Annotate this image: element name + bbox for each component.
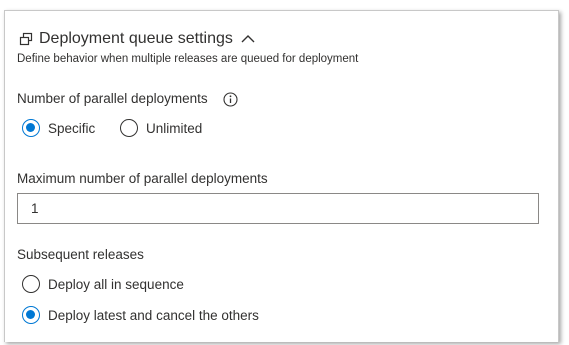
settings-panel: Deployment queue settings Define behavio…: [4, 10, 559, 342]
radio-deploy-all-sequence-button[interactable]: [22, 275, 40, 293]
max-parallel-label: Maximum number of parallel deployments: [17, 171, 268, 186]
subsequent-releases-label: Subsequent releases: [17, 247, 144, 262]
radio-specific-button[interactable]: [22, 119, 40, 137]
info-icon[interactable]: [223, 92, 238, 107]
parallel-deployments-label: Number of parallel deployments: [17, 91, 208, 106]
queue-icon: [19, 32, 33, 46]
radio-unlimited-label: Unlimited: [146, 120, 203, 136]
section-header[interactable]: Deployment queue settings: [19, 30, 255, 48]
section-title: Deployment queue settings: [39, 30, 233, 47]
radio-deploy-latest-label: Deploy latest and cancel the others: [48, 307, 259, 323]
max-parallel-input[interactable]: [17, 193, 539, 224]
radio-deploy-all-sequence[interactable]: Deploy all in sequence: [22, 275, 184, 293]
chevron-up-icon[interactable]: [241, 34, 255, 44]
radio-deploy-latest[interactable]: Deploy latest and cancel the others: [22, 306, 259, 324]
radio-specific[interactable]: Specific: [22, 119, 95, 137]
radio-deploy-all-sequence-label: Deploy all in sequence: [48, 276, 184, 292]
radio-unlimited-button[interactable]: [120, 119, 138, 137]
radio-deploy-latest-button[interactable]: [22, 306, 40, 324]
radio-unlimited[interactable]: Unlimited: [120, 119, 202, 137]
radio-specific-label: Specific: [48, 120, 96, 136]
section-description: Define behavior when multiple releases a…: [17, 53, 359, 65]
